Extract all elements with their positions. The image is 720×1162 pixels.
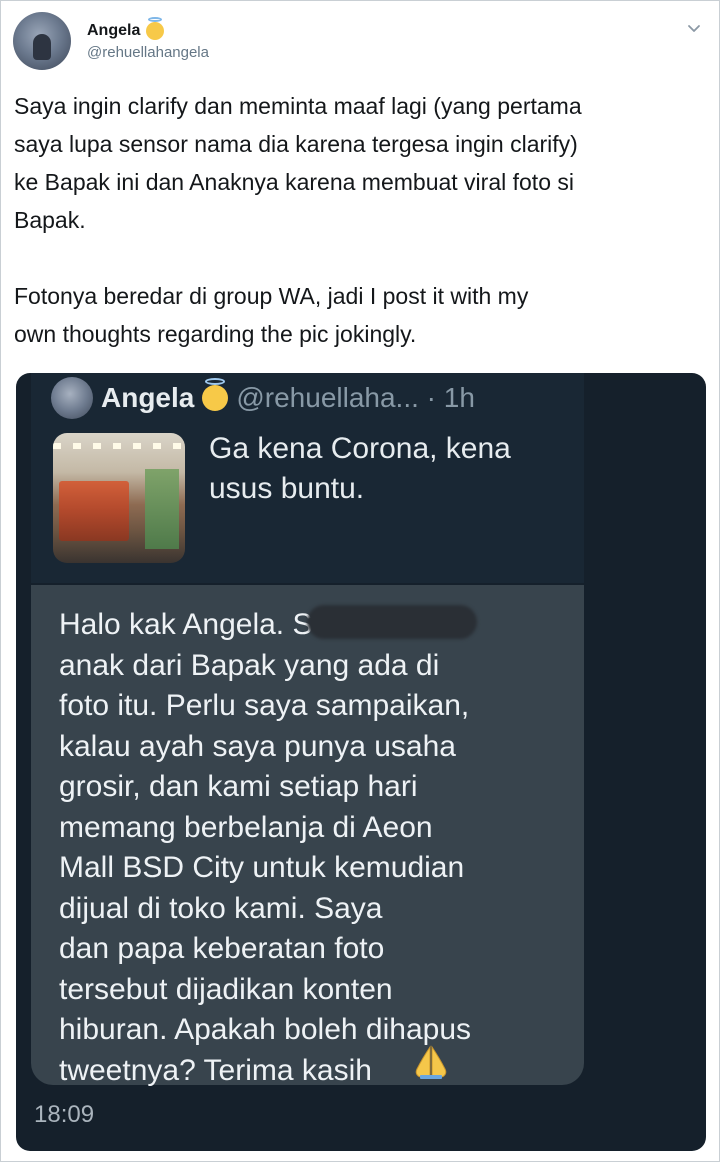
tweet-paragraph-1: Saya ingin clarify dan meminta maaf lagi… xyxy=(14,93,582,233)
quoted-name: Angela xyxy=(101,382,195,413)
quoted-tweet-header: Angela @rehuellaha... · 1h xyxy=(51,377,475,419)
message-timestamp: 18:09 xyxy=(34,1101,95,1128)
user-handle[interactable]: @rehuellahangela xyxy=(87,44,209,61)
chevron-down-svg xyxy=(688,25,700,32)
display-name[interactable]: Angela xyxy=(87,22,140,40)
angel-emoji-icon xyxy=(146,16,165,40)
reply-line: tweetnya? Terima kasih xyxy=(59,1053,372,1087)
quoted-text-line: usus buntu. xyxy=(209,472,365,505)
quoted-thumbnail xyxy=(53,433,185,563)
reply-line: tersebut dijadikan konten xyxy=(59,972,393,1006)
quoted-avatar xyxy=(51,377,93,419)
quoted-text-line: Ga kena Corona, kena xyxy=(209,432,511,465)
tweet-header: Angela @rehuellahangela xyxy=(13,11,209,71)
media-image[interactable]: Angela @rehuellaha... · 1h Ga kena Coron… xyxy=(16,373,706,1151)
reply-message-bubble: Halo kak Angela. S anak dari Bapak yang … xyxy=(31,585,584,1087)
reply-line: hiburan. Apakah boleh dihapus xyxy=(59,1013,472,1046)
reply-line: dan papa keberatan foto xyxy=(59,932,385,965)
avatar[interactable] xyxy=(13,12,71,70)
quoted-text: Ga kena Corona, kena usus buntu. xyxy=(209,429,569,509)
reply-line: anak dari Bapak yang ada di xyxy=(59,648,440,682)
reply-line: Mall BSD City untuk kemudian xyxy=(59,851,465,884)
reply-line: dijual di toko kami. Saya xyxy=(59,891,383,925)
display-name-row: Angela xyxy=(87,16,209,40)
tweet-text: Saya ingin clarify dan meminta maaf lagi… xyxy=(14,87,704,353)
thumbnail-lights xyxy=(53,443,185,449)
quoted-handle-time: @rehuellaha... · 1h xyxy=(236,382,475,413)
redaction-blur xyxy=(307,605,477,639)
thumbnail-shelf-right xyxy=(145,469,179,549)
user-block: Angela @rehuellahangela xyxy=(87,16,209,61)
quoted-angel-emoji-icon xyxy=(202,378,229,411)
reply-line: grosir, dan kami setiap hari xyxy=(59,770,418,803)
folded-hands-icon xyxy=(415,1045,447,1079)
reply-line: kalau ayah saya punya usaha xyxy=(59,729,456,763)
reply-line: memang berbelanja di Aeon xyxy=(59,810,433,844)
tweet-card: Angela @rehuellahangela Saya ingin clari… xyxy=(0,0,720,1162)
reply-line: foto itu. Perlu saya sampaikan, xyxy=(59,689,470,722)
quoted-tweet: Angela @rehuellaha... · 1h Ga kena Coron… xyxy=(31,373,584,583)
chevron-down-icon[interactable] xyxy=(685,19,703,37)
tweet-paragraph-2: Fotonya beredar di group WA, jadi I post… xyxy=(14,283,529,347)
reply-message-text: Halo kak Angela. S anak dari Bapak yang … xyxy=(59,605,569,1091)
thumbnail-shelf xyxy=(59,481,129,541)
